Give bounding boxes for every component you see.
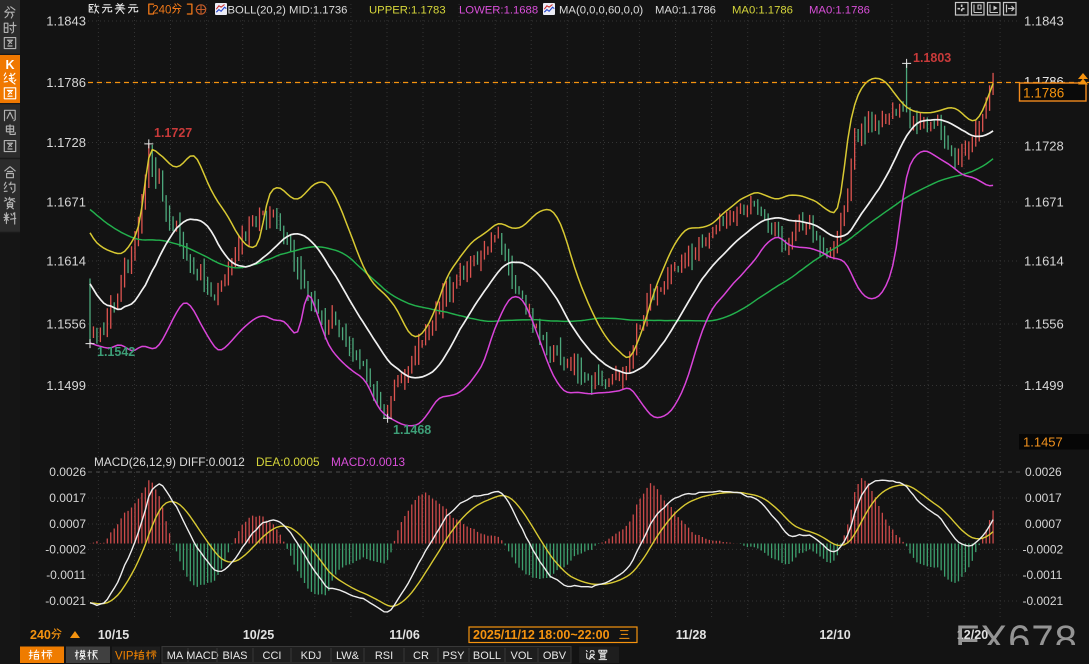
svg-text:1.1728: 1.1728 bbox=[46, 135, 86, 150]
svg-text:1.1803: 1.1803 bbox=[913, 51, 951, 65]
svg-text:VOL: VOL bbox=[510, 650, 532, 662]
svg-text:1.1556: 1.1556 bbox=[1024, 317, 1064, 332]
svg-text:MACD:0.0013: MACD:0.0013 bbox=[331, 455, 406, 469]
svg-text:240: 240 bbox=[152, 5, 171, 17]
svg-text:BOLL: BOLL bbox=[473, 650, 501, 662]
svg-text:PSY: PSY bbox=[442, 650, 465, 662]
svg-text:1.1468: 1.1468 bbox=[393, 423, 431, 437]
svg-text:-0.0021: -0.0021 bbox=[45, 594, 86, 608]
svg-text:MACD: MACD bbox=[186, 650, 218, 662]
svg-text:VIP: VIP bbox=[115, 651, 134, 663]
svg-text:1.1614: 1.1614 bbox=[1024, 254, 1064, 269]
svg-text:1.1614: 1.1614 bbox=[46, 254, 86, 269]
svg-text:1.1786: 1.1786 bbox=[1023, 86, 1064, 101]
svg-text:LOWER:1.1688: LOWER:1.1688 bbox=[459, 5, 538, 17]
svg-text:240: 240 bbox=[30, 628, 51, 642]
svg-text:11/28: 11/28 bbox=[676, 628, 707, 642]
svg-text:11/06: 11/06 bbox=[389, 628, 420, 642]
svg-text:0.0026: 0.0026 bbox=[1025, 465, 1062, 479]
svg-text:1.1542: 1.1542 bbox=[97, 345, 135, 359]
svg-text:BIAS: BIAS bbox=[222, 650, 247, 662]
svg-text:MA(0,0,0,60,0,0): MA(0,0,0,60,0,0) bbox=[559, 5, 643, 17]
svg-text:DEA:0.0005: DEA:0.0005 bbox=[256, 455, 320, 469]
svg-text:MA0:1.1786: MA0:1.1786 bbox=[655, 5, 716, 17]
svg-text:UPPER:1.1783: UPPER:1.1783 bbox=[369, 5, 446, 17]
svg-text:10/25: 10/25 bbox=[243, 628, 274, 642]
svg-text:K: K bbox=[5, 58, 14, 72]
svg-text:2025/11/12 18:00~22:00: 2025/11/12 18:00~22:00 bbox=[473, 628, 610, 642]
svg-text:BOLL(20,2) MID:1.1736: BOLL(20,2) MID:1.1736 bbox=[228, 5, 348, 17]
svg-text:1.1499: 1.1499 bbox=[46, 378, 86, 393]
svg-text:MA0:1.1786: MA0:1.1786 bbox=[732, 5, 793, 17]
svg-text:CR: CR bbox=[413, 650, 429, 662]
svg-text:1.1843: 1.1843 bbox=[46, 14, 86, 29]
svg-text:-0.0011: -0.0011 bbox=[46, 568, 86, 582]
svg-text:0.0007: 0.0007 bbox=[1025, 517, 1062, 531]
svg-text:1.1556: 1.1556 bbox=[46, 317, 86, 332]
svg-text:1.1786: 1.1786 bbox=[46, 75, 86, 90]
svg-text:12/10: 12/10 bbox=[819, 628, 850, 642]
svg-text:0.0017: 0.0017 bbox=[49, 491, 86, 505]
svg-text:-0.0002: -0.0002 bbox=[45, 542, 86, 556]
svg-text:1.1728: 1.1728 bbox=[1024, 139, 1064, 154]
svg-text:0.0017: 0.0017 bbox=[1025, 491, 1062, 505]
svg-text:1.1457: 1.1457 bbox=[1023, 435, 1063, 450]
svg-text:-0.0021: -0.0021 bbox=[1023, 594, 1064, 608]
svg-text:10/15: 10/15 bbox=[98, 628, 129, 642]
svg-text:KDJ: KDJ bbox=[301, 650, 322, 662]
svg-text:OBV: OBV bbox=[543, 650, 567, 662]
svg-text:-0.0011: -0.0011 bbox=[1023, 568, 1063, 582]
svg-text:-0.0002: -0.0002 bbox=[1023, 542, 1064, 556]
svg-text:MA: MA bbox=[167, 650, 184, 662]
svg-text:1.1671: 1.1671 bbox=[1024, 195, 1064, 210]
svg-text:MACD(26,12,9) DIFF:0.0012: MACD(26,12,9) DIFF:0.0012 bbox=[94, 455, 245, 469]
svg-text:LW&: LW& bbox=[336, 650, 360, 662]
svg-text:0.0007: 0.0007 bbox=[49, 517, 86, 531]
svg-text:1.1727: 1.1727 bbox=[154, 126, 192, 140]
svg-text:1.1499: 1.1499 bbox=[1024, 378, 1064, 393]
svg-text:1.1671: 1.1671 bbox=[46, 195, 86, 210]
svg-text:0.0026: 0.0026 bbox=[49, 465, 86, 479]
svg-text:RSI: RSI bbox=[375, 650, 393, 662]
svg-text:1.1843: 1.1843 bbox=[1024, 14, 1064, 29]
svg-text:MA0:1.1786: MA0:1.1786 bbox=[809, 5, 870, 17]
svg-text:CCI: CCI bbox=[263, 650, 282, 662]
